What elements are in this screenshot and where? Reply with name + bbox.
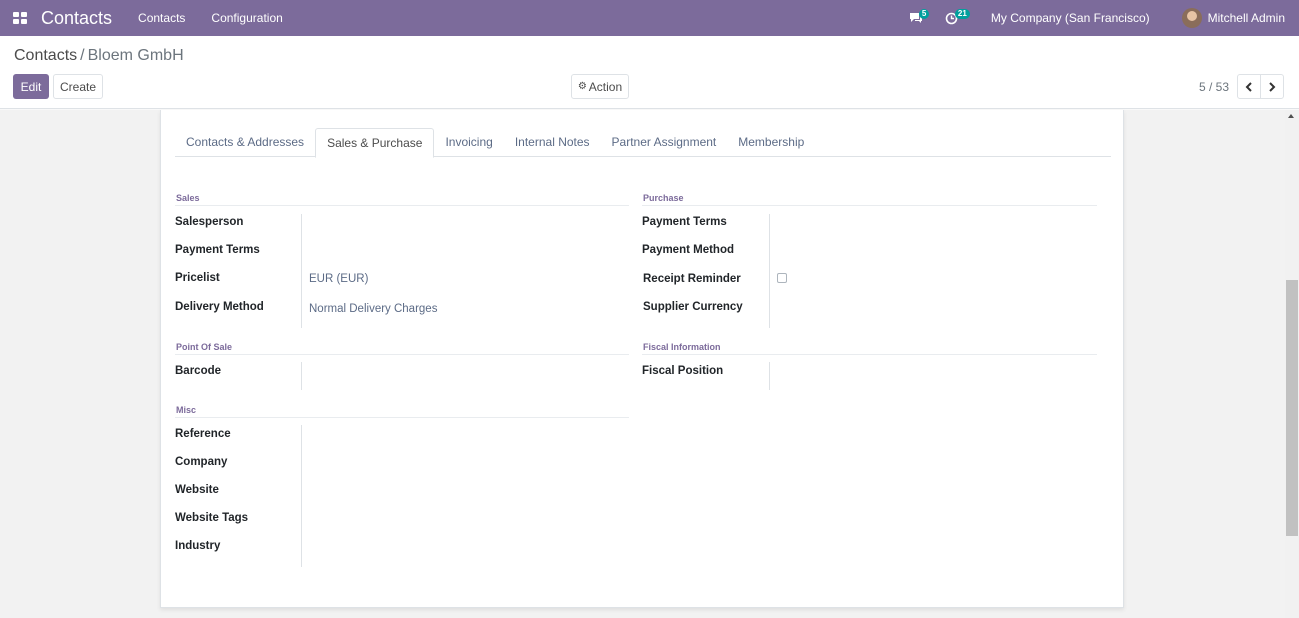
form-view: Contacts & Addresses Sales & Purchase In… — [0, 110, 1299, 618]
field-label-fiscal-position: Fiscal Position — [642, 365, 724, 377]
create-button[interactable]: Create — [53, 74, 103, 99]
group-title-fiscal-information: Fiscal Information — [643, 342, 721, 352]
tab-internal-notes[interactable]: Internal Notes — [504, 128, 601, 157]
field-label-supplier-currency: Supplier Currency — [643, 301, 743, 313]
app-brand[interactable]: Contacts — [41, 8, 112, 29]
pager-next-button[interactable] — [1260, 74, 1284, 99]
field-value-pricelist[interactable]: EUR (EUR) — [309, 273, 368, 285]
user-menu[interactable]: Mitchell Admin — [1208, 11, 1285, 25]
tab-membership[interactable]: Membership — [727, 128, 815, 157]
group-divider — [642, 205, 1097, 206]
user-avatar[interactable] — [1181, 8, 1202, 28]
field-label-delivery-method: Delivery Method — [175, 301, 264, 313]
group-title-point-of-sale: Point Of Sale — [176, 342, 233, 352]
tab-partner-assignment[interactable]: Partner Assignment — [601, 128, 728, 157]
field-label-purchase-payment-terms: Payment Terms — [642, 216, 727, 228]
messages-button[interactable]: 5 — [909, 8, 931, 28]
group-title-misc: Misc — [176, 405, 197, 415]
field-label-salesperson: Salesperson — [175, 216, 244, 228]
company-switcher[interactable]: My Company (San Francisco) — [991, 11, 1150, 25]
top-navbar: Contacts Contacts Configuration 5 21 My … — [0, 0, 1299, 36]
field-label-receipt-reminder: Receipt Reminder — [643, 273, 741, 285]
label-divider — [301, 214, 302, 328]
label-divider — [769, 362, 770, 390]
field-label-industry: Industry — [175, 540, 221, 552]
field-label-pricelist: Pricelist — [175, 272, 220, 284]
form-sheet: Contacts & Addresses Sales & Purchase In… — [160, 110, 1124, 608]
gear-icon: ⚙ — [577, 81, 587, 92]
chevron-left-icon — [1245, 81, 1252, 92]
field-label-payment-method: Payment Method — [642, 244, 735, 256]
group-divider — [175, 354, 629, 355]
messages-badge: 5 — [918, 9, 930, 19]
breadcrumb-separator: / — [80, 47, 85, 64]
field-label-company: Company — [175, 456, 228, 468]
receipt-reminder-checkbox[interactable] — [777, 273, 787, 283]
tab-sales-purchase[interactable]: Sales & Purchase — [315, 128, 435, 158]
field-label-barcode: Barcode — [175, 365, 222, 377]
action-button[interactable]: ⚙ Action — [571, 74, 629, 99]
menu-configuration[interactable]: Configuration — [211, 11, 282, 25]
tab-contacts-addresses[interactable]: Contacts & Addresses — [175, 128, 315, 157]
pager-previous-button[interactable] — [1237, 74, 1261, 99]
breadcrumb-current: Bloem GmbH — [87, 47, 184, 64]
group-divider — [642, 354, 1097, 355]
group-title-purchase: Purchase — [643, 193, 684, 203]
menu-contacts[interactable]: Contacts — [138, 11, 185, 25]
field-label-website-tags: Website Tags — [175, 512, 249, 524]
pager-value[interactable]: 5 / 53 — [1199, 80, 1229, 94]
chevron-right-icon — [1269, 81, 1276, 92]
scrollbar-thumb[interactable] — [1286, 280, 1298, 536]
control-panel: Contacts / Bloem GmbH Edit Create ⚙ Action… — [0, 36, 1299, 109]
tab-invoicing[interactable]: Invoicing — [434, 128, 503, 157]
scroll-up-arrow-icon[interactable] — [1288, 114, 1294, 118]
label-divider — [769, 214, 770, 328]
label-divider — [301, 425, 302, 567]
activities-button[interactable]: 21 — [945, 8, 970, 28]
field-value-delivery-method[interactable]: Normal Delivery Charges — [309, 303, 437, 315]
breadcrumb-contacts[interactable]: Contacts — [14, 47, 77, 64]
label-divider — [301, 362, 302, 390]
field-label-payment-terms: Payment Terms — [175, 244, 260, 256]
field-label-reference: Reference — [175, 428, 231, 440]
vertical-scrollbar[interactable] — [1285, 110, 1299, 618]
notebook-tabs: Contacts & Addresses Sales & Purchase In… — [175, 128, 1111, 158]
group-divider — [175, 417, 629, 418]
group-title-sales: Sales — [176, 193, 200, 203]
activities-badge: 21 — [954, 9, 970, 19]
breadcrumb: Contacts / Bloem GmbH — [14, 47, 184, 65]
group-divider — [175, 205, 629, 206]
apps-menu-icon[interactable] — [13, 12, 27, 24]
action-label: Action — [588, 79, 623, 94]
edit-button[interactable]: Edit — [13, 74, 49, 99]
field-label-website: Website — [175, 484, 219, 496]
